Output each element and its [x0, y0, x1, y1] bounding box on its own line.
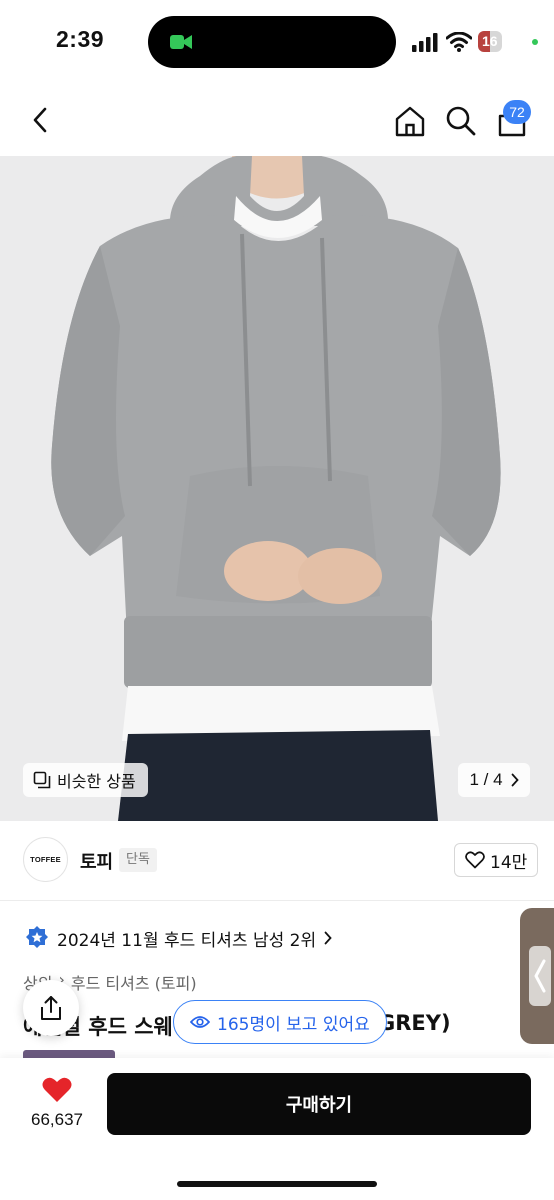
similar-products-label: 비슷한 상품: [57, 772, 136, 791]
buy-button[interactable]: 구매하기: [107, 1073, 531, 1135]
status-icons: [412, 30, 472, 54]
side-panel-grip: [529, 946, 551, 1006]
chevron-left-icon: [33, 107, 47, 133]
chevron-right-icon: [324, 931, 332, 945]
privacy-indicator-dot: [532, 39, 538, 45]
share-icon: [41, 996, 61, 1020]
store-like-button[interactable]: 14만: [454, 843, 539, 877]
dynamic-island: [148, 16, 396, 68]
ranking-badge-icon: [26, 926, 48, 948]
product-title-tail: GREY): [378, 1011, 451, 1035]
facetime-camera-icon: [170, 35, 192, 49]
home-indicator: [177, 1181, 377, 1187]
battery-indicator: 16: [478, 31, 502, 52]
back-button[interactable]: [22, 102, 58, 138]
search-button[interactable]: [442, 102, 480, 140]
wifi-icon: [446, 32, 472, 52]
wishlist-button[interactable]: [38, 1074, 76, 1106]
similar-items-icon: [33, 771, 51, 789]
live-viewers-pill: 165명이 보고 있어요: [173, 1000, 387, 1044]
exclusive-tag: 단독: [119, 848, 157, 872]
home-button[interactable]: [390, 102, 430, 140]
side-panel-handle[interactable]: [520, 908, 554, 1044]
heart-outline-icon: [465, 851, 485, 869]
eye-icon: [190, 1016, 210, 1028]
pager-text: 1 / 4: [469, 770, 503, 789]
ranking-link[interactable]: 2024년 11월 후드 티셔츠 남성 2위: [25, 924, 332, 952]
status-bar: 2:39 16: [0, 0, 554, 84]
product-image[interactable]: [0, 156, 554, 821]
live-viewers-text: 165명이 보고 있어요: [217, 1014, 370, 1035]
share-button[interactable]: [23, 980, 79, 1036]
cellular-signal-icon: [412, 33, 438, 52]
cart-count-badge: 72: [503, 100, 531, 124]
chevron-right-icon: [511, 773, 519, 787]
store-logo[interactable]: TOFFEE: [23, 837, 68, 882]
status-time: 2:39: [56, 26, 105, 52]
similar-products-button[interactable]: 비슷한 상품: [23, 763, 148, 797]
heart-filled-icon: [42, 1077, 72, 1102]
chevron-left-icon: [534, 959, 546, 993]
home-icon: [395, 106, 425, 137]
image-pager[interactable]: 1 / 4: [458, 763, 530, 797]
search-icon: [446, 106, 476, 136]
store-like-count: 14만: [490, 852, 528, 873]
wishlist-count: 66,637: [31, 1110, 83, 1129]
hoodie-model-illustration: [0, 156, 554, 821]
breadcrumb-subcategory[interactable]: 후드 티셔츠 (토피): [71, 970, 197, 994]
ranking-text: 2024년 11월 후드 티셔츠 남성 2위: [57, 930, 317, 951]
store-name[interactable]: 토피: [80, 848, 113, 874]
